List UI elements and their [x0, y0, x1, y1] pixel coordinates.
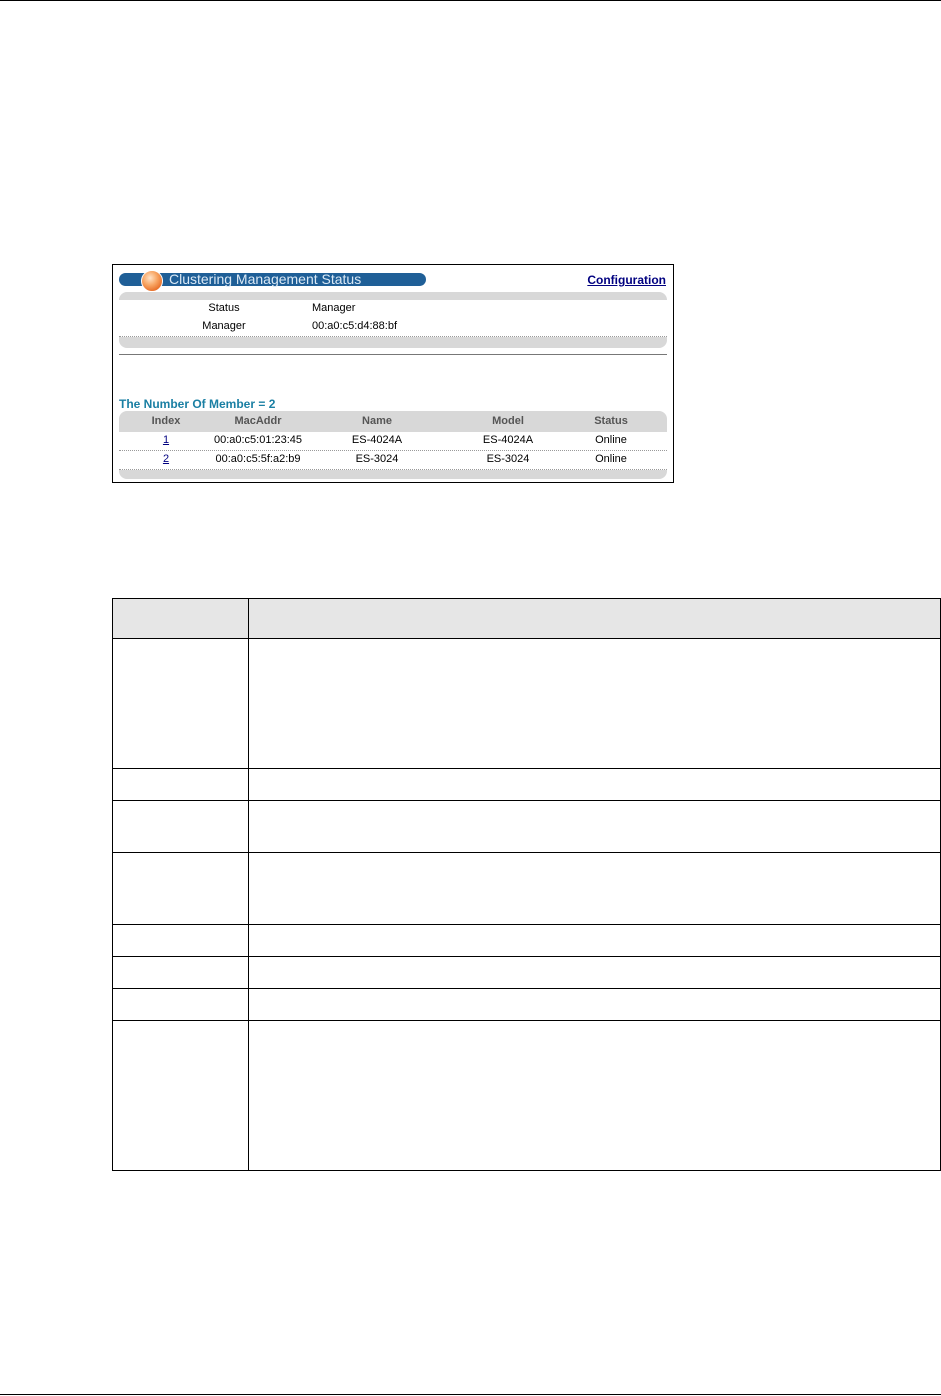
- configuration-link[interactable]: Configuration: [587, 273, 666, 287]
- description-table-header: [112, 598, 941, 639]
- table-row: [112, 956, 941, 989]
- header-status: Status: [594, 415, 628, 427]
- row-status: Online: [595, 453, 627, 465]
- panel-divider: [119, 354, 667, 355]
- description-cell: [248, 924, 941, 957]
- info-row-status: Status Manager: [119, 300, 667, 319]
- table-row: [112, 638, 941, 769]
- index-link[interactable]: 1: [163, 434, 169, 446]
- panel-title-bar: Clustering Management Status: [119, 270, 426, 292]
- table-row: [112, 924, 941, 957]
- label-cell: [112, 924, 249, 957]
- row-model: ES-4024A: [482, 434, 534, 446]
- description-cell: [248, 988, 941, 1021]
- description-table: [112, 598, 941, 1171]
- panel-title: Clustering Management Status: [169, 271, 362, 287]
- row-mac: 00:a0:c5:5f:a2:b9: [215, 453, 301, 465]
- table-row: [112, 988, 941, 1021]
- info-label: Status: [208, 302, 240, 314]
- table-row: 2 00:a0:c5:5f:a2:b9 ES-3024 ES-3024 Onli…: [119, 451, 667, 470]
- description-cell: [248, 852, 941, 925]
- label-cell: [112, 800, 249, 853]
- label-cell: [112, 638, 249, 769]
- clustering-status-panel: Clustering Management Status Configurati…: [112, 264, 674, 483]
- header-cell-label: [112, 598, 249, 639]
- info-value: Manager: [312, 302, 356, 314]
- page-bottom-rule: [0, 1394, 941, 1395]
- description-cell: [248, 800, 941, 853]
- description-cell: [248, 768, 941, 801]
- index-link[interactable]: 2: [163, 453, 169, 465]
- row-model: ES-3024: [486, 453, 530, 465]
- members-table: Index MacAddr Name Model Status 1 00:a0:…: [119, 411, 667, 479]
- row-mac: 00:a0:c5:01:23:45: [213, 434, 303, 446]
- member-count-label: The Number Of Member = 2: [119, 397, 276, 411]
- row-status: Online: [595, 434, 627, 446]
- info-value: 00:a0:c5:d4:88:bf: [312, 320, 398, 332]
- row-name: ES-3024: [355, 453, 399, 465]
- header-name: Name: [362, 415, 392, 427]
- info-label: Manager: [202, 320, 246, 332]
- table-row: 1 00:a0:c5:01:23:45 ES-4024A ES-4024A On…: [119, 432, 667, 451]
- status-info-box: Status Manager Manager 00:a0:c5:d4:88:bf: [119, 292, 667, 348]
- members-table-header: Index MacAddr Name Model Status: [119, 415, 667, 429]
- header-cell-description: [248, 598, 941, 639]
- label-cell: [112, 956, 249, 989]
- page-top-rule: [0, 0, 941, 1]
- table-row: [112, 768, 941, 801]
- row-index: 1: [131, 434, 201, 446]
- table-row: [112, 1020, 941, 1171]
- description-cell: [248, 956, 941, 989]
- label-cell: [112, 768, 249, 801]
- info-row-manager: Manager 00:a0:c5:d4:88:bf: [119, 318, 667, 337]
- label-cell: [112, 1020, 249, 1171]
- label-cell: [112, 988, 249, 1021]
- table-row: [112, 852, 941, 925]
- row-index: 2: [131, 453, 201, 465]
- table-row: [112, 800, 941, 853]
- label-cell: [112, 852, 249, 925]
- header-macaddr: MacAddr: [234, 415, 282, 427]
- description-cell: [248, 1020, 941, 1171]
- row-name: ES-4024A: [351, 434, 403, 446]
- header-index: Index: [151, 415, 181, 427]
- header-model: Model: [492, 415, 524, 427]
- description-cell: [248, 638, 941, 769]
- orange-orb-icon: [141, 270, 163, 292]
